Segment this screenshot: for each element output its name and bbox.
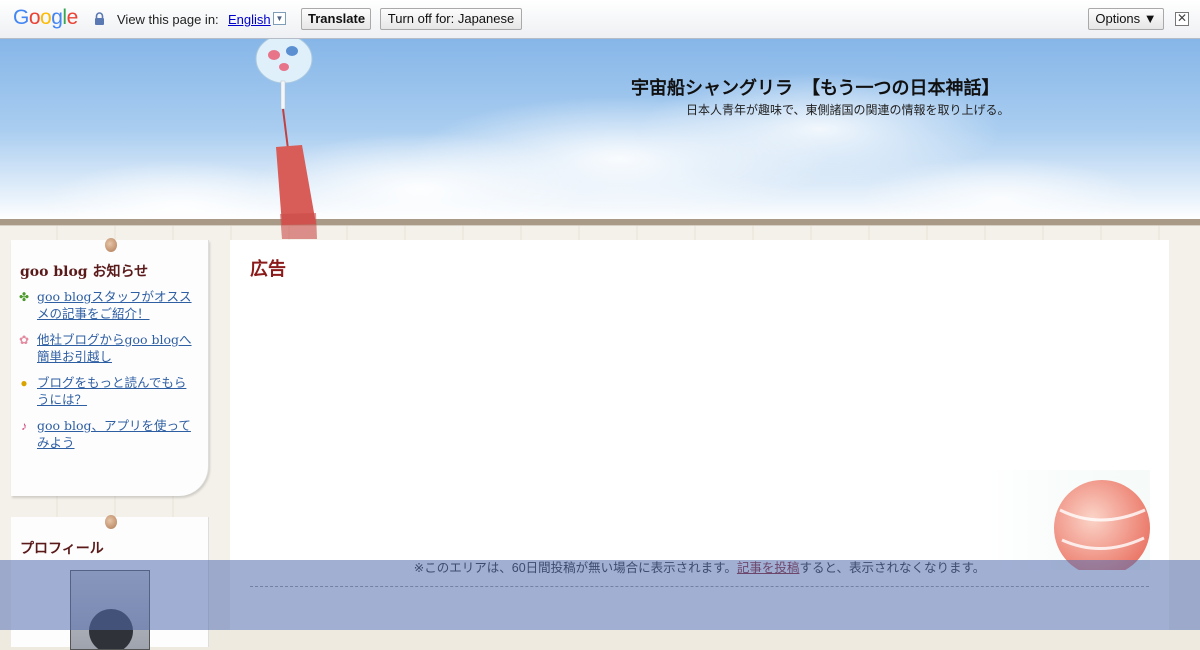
notice-link[interactable]: goo blogスタッフがオススメの記事をご紹介！ xyxy=(37,288,197,322)
translate-button[interactable]: Translate xyxy=(301,8,371,30)
notice-box: goo blog お知らせ ✤ goo blogスタッフがオススメの記事をご紹介… xyxy=(11,238,209,496)
bulb-icon: ● xyxy=(20,376,28,390)
divider xyxy=(250,586,1149,587)
clover-icon: ✤ xyxy=(18,290,30,304)
pushpin-icon xyxy=(105,515,117,529)
lock-icon xyxy=(95,12,104,25)
turn-off-button[interactable]: Turn off for: Japanese xyxy=(380,8,522,30)
ad-notice-suffix: すると、表示されなくなります。 xyxy=(799,561,986,575)
ad-notice: ※このエリアは、60日間投稿が無い場合に表示されます。記事を投稿すると、表示され… xyxy=(230,557,1169,576)
translate-bar: Google View this page in: English ▼ Tran… xyxy=(0,0,1200,39)
pushpin-icon xyxy=(105,238,117,252)
notice-link[interactable]: goo blog、アプリを使ってみよう xyxy=(37,417,197,451)
avatar[interactable] xyxy=(70,570,150,650)
view-page-label: View this page in: xyxy=(117,12,219,27)
site-title[interactable]: 宇宙船シャングリラ 【もう一つの日本神話】 xyxy=(631,74,999,100)
main-content: 広告 ※このエリアは、60日間投稿が無い場合に表示されます。記事を投稿すると、表… xyxy=(230,240,1169,630)
post-article-link[interactable]: 記事を投稿 xyxy=(737,561,800,575)
blog-header xyxy=(0,39,1200,220)
flower-icon: ✿ xyxy=(18,333,30,347)
notice-link[interactable]: ブログをもっと読んでもらうには？ xyxy=(37,374,197,408)
options-button[interactable]: Options ▼ xyxy=(1088,8,1164,30)
ad-title: 広告 xyxy=(250,259,286,279)
chevron-down-icon[interactable]: ▼ xyxy=(273,12,286,25)
google-logo: Google xyxy=(13,6,78,29)
ad-notice-prefix: ※このエリアは、60日間投稿が無い場合に表示されます。 xyxy=(413,561,737,575)
profile-box-title: プロフィール xyxy=(20,541,104,557)
header-divider xyxy=(0,219,1200,226)
profile-box: プロフィール xyxy=(11,515,209,650)
wind-chime-icon xyxy=(255,39,317,239)
music-note-icon: ♪ xyxy=(21,419,27,433)
site-description: 日本人青年が趣味で、東側諸国の関連の情報を取り上げる。 xyxy=(686,103,1010,117)
close-icon[interactable]: ✕ xyxy=(1175,12,1189,26)
notice-link[interactable]: 他社ブログからgoo blogへ簡単お引越し xyxy=(37,331,197,365)
notice-box-title: goo blog お知らせ xyxy=(20,264,149,280)
language-select[interactable]: English xyxy=(228,12,271,27)
water-balloon-icon xyxy=(990,470,1150,570)
